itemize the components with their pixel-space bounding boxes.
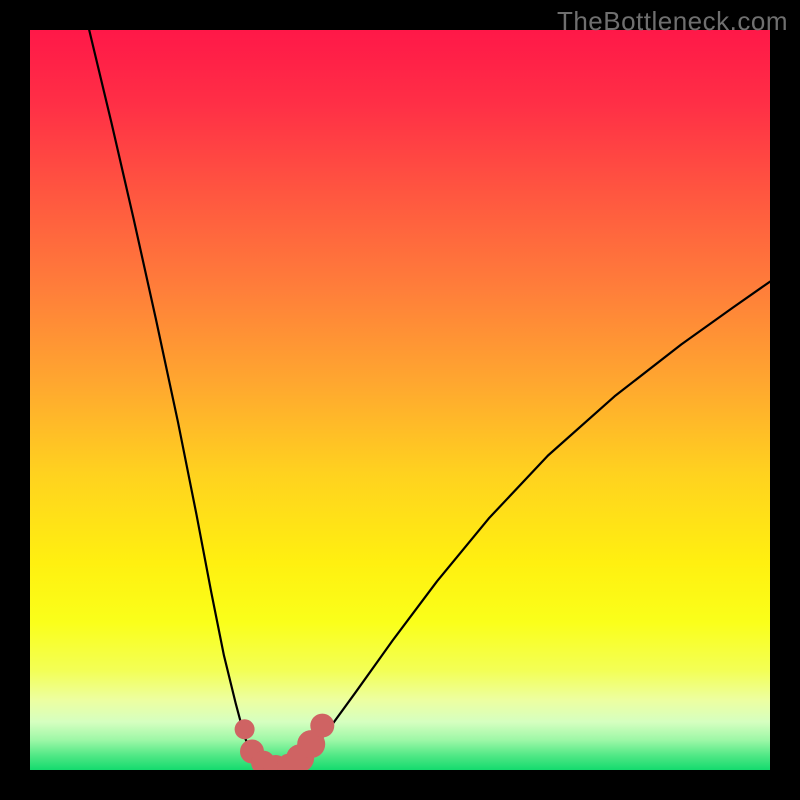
trough-dot (310, 714, 334, 738)
curve-layer (30, 30, 770, 770)
v-curve (89, 30, 770, 769)
plot-area (30, 30, 770, 770)
chart-frame: TheBottleneck.com (0, 0, 800, 800)
watermark-text: TheBottleneck.com (557, 6, 788, 37)
trough-highlight (235, 714, 335, 770)
trough-dot (235, 719, 255, 739)
